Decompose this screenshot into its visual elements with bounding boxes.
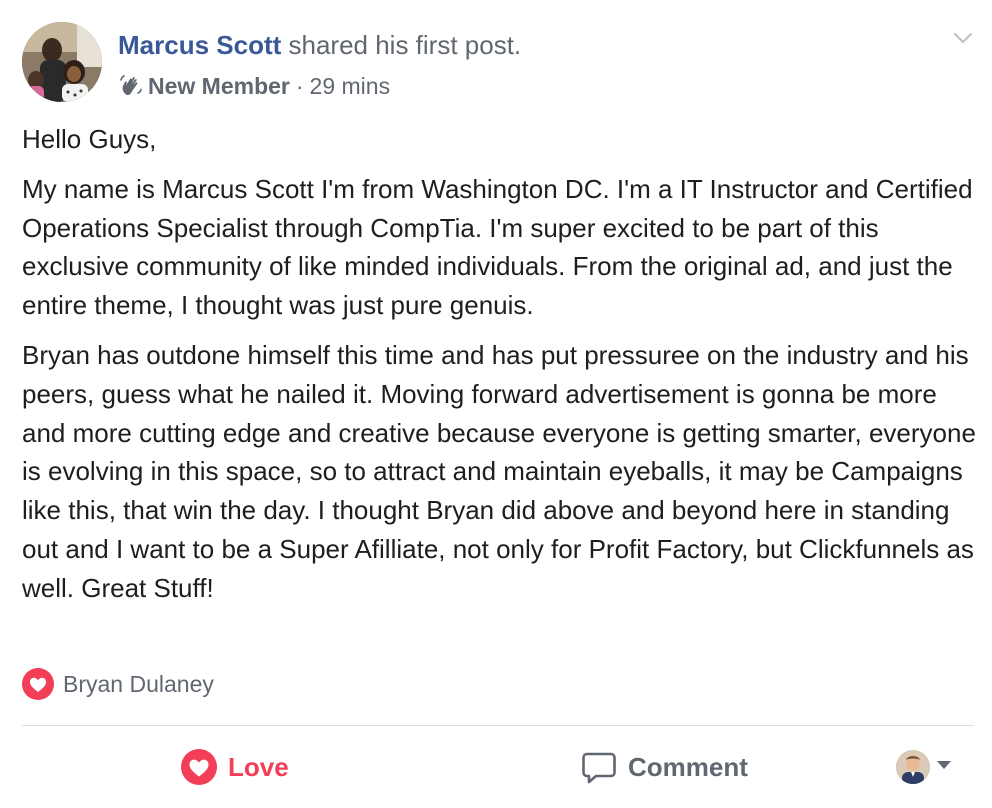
love-icon: [180, 748, 218, 786]
reactions-summary[interactable]: Bryan Dulaney: [22, 668, 214, 700]
action-bar-divider: [22, 725, 974, 726]
post-timestamp[interactable]: 29 mins: [310, 70, 391, 102]
post-action-text: shared his first post.: [288, 30, 522, 60]
post-header: Marcus Scott shared his first post.: [118, 27, 521, 63]
post-as-selector[interactable]: [896, 750, 952, 784]
post-body: Hello Guys, My name is Marcus Scott I'm …: [22, 120, 977, 608]
love-reaction-icon: [22, 668, 54, 700]
post-greeting: Hello Guys,: [22, 124, 157, 154]
comment-icon: [580, 748, 618, 786]
comment-button[interactable]: Comment: [580, 745, 748, 789]
post-paragraph-2: Bryan has outdone himself this time and …: [22, 339, 976, 603]
post-card: Marcus Scott shared his first post. New …: [0, 0, 992, 808]
post-subheader: New Member · 29 mins: [118, 70, 390, 102]
post-paragraph-1: My name is Marcus Scott I'm from Washing…: [22, 173, 973, 321]
member-badge[interactable]: New Member: [148, 70, 290, 102]
love-button-label: Love: [228, 751, 289, 782]
waving-hand-icon: [118, 73, 144, 99]
current-user-avatar: [896, 750, 930, 784]
post-options-chevron-icon[interactable]: [950, 28, 976, 48]
reactor-names[interactable]: Bryan Dulaney: [63, 671, 214, 698]
love-button[interactable]: Love: [180, 745, 289, 789]
meta-separator: ·: [295, 73, 304, 99]
author-name-link[interactable]: Marcus Scott: [118, 30, 281, 60]
dropdown-caret-icon: [936, 758, 952, 776]
author-avatar[interactable]: [22, 22, 102, 102]
comment-button-label: Comment: [628, 751, 748, 782]
